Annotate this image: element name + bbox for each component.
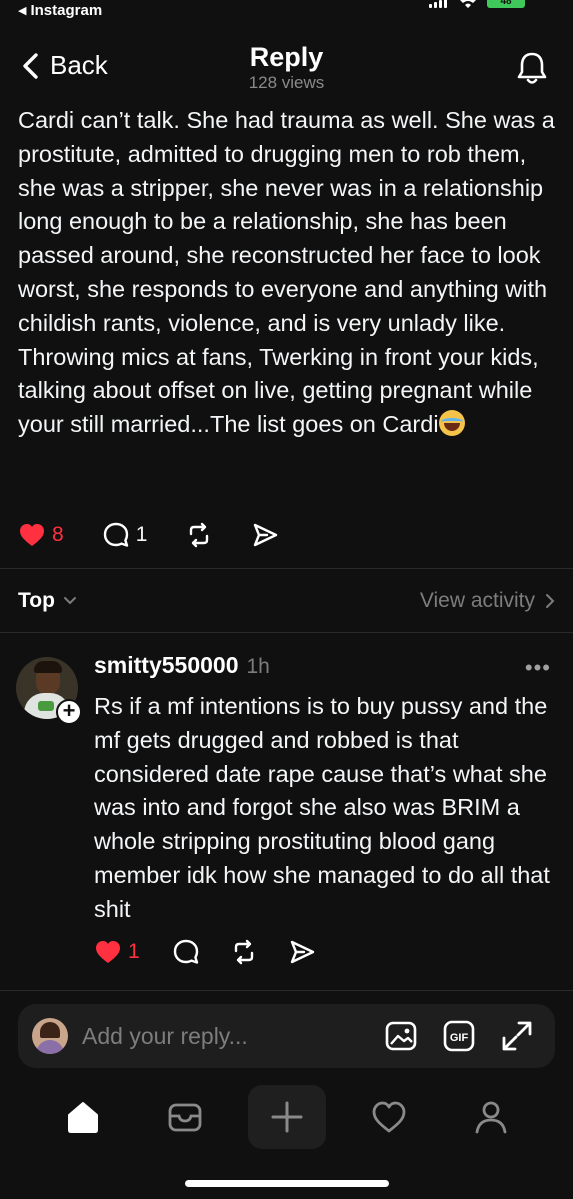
- reply-like-button[interactable]: 1: [94, 938, 140, 966]
- reply-timestamp: 1h: [246, 655, 270, 678]
- reply-actions: 1: [94, 938, 316, 966]
- comment-icon: [173, 939, 198, 964]
- status-back-link[interactable]: ◀ Instagram: [18, 2, 102, 19]
- wifi-icon: [460, 0, 476, 8]
- status-icons: [429, 0, 477, 8]
- post-comment-count: 1: [135, 523, 148, 546]
- post-repost-button[interactable]: [185, 521, 213, 549]
- comment-icon: [103, 522, 128, 547]
- plus-icon: [271, 1101, 303, 1133]
- chevron-down-icon: [63, 597, 76, 605]
- tab-profile[interactable]: [452, 1085, 530, 1149]
- post-actions: 8 1: [18, 521, 279, 549]
- battery-icon: 48: [487, 0, 525, 8]
- home-icon: [68, 1102, 98, 1133]
- sort-label: Top: [18, 589, 55, 612]
- send-icon: [254, 523, 278, 547]
- more-options-icon[interactable]: •••: [525, 655, 551, 681]
- gif-icon[interactable]: GIF: [442, 1019, 476, 1053]
- status-back-label: Instagram: [30, 2, 103, 19]
- profile-icon: [475, 1101, 507, 1134]
- follow-plus-button[interactable]: +: [56, 699, 82, 725]
- post-like-button[interactable]: 8: [18, 521, 64, 549]
- divider: [0, 632, 573, 633]
- expand-icon[interactable]: [500, 1019, 534, 1053]
- home-indicator: [185, 1180, 389, 1187]
- back-triangle-icon: ◀: [18, 5, 27, 17]
- reply-header: smitty550000 1h: [94, 652, 270, 679]
- reply-username[interactable]: smitty550000: [94, 652, 239, 679]
- laughing-emoji-icon: [438, 410, 465, 437]
- inbox-icon: [168, 1103, 202, 1132]
- tab-bar: [0, 1085, 573, 1151]
- reply-composer: GIF: [18, 1004, 555, 1068]
- sort-dropdown[interactable]: Top: [18, 589, 77, 613]
- title-block: Reply 128 views: [0, 42, 573, 93]
- post-like-count: 8: [52, 523, 64, 546]
- reply-share-button[interactable]: [288, 938, 316, 966]
- reply-repost-button[interactable]: [230, 938, 258, 966]
- reply-input[interactable]: [82, 1020, 372, 1052]
- view-count: 128 views: [248, 73, 325, 92]
- reply-like-count: 1: [128, 940, 140, 963]
- repost-icon: [190, 522, 209, 548]
- heart-icon: [372, 1101, 406, 1133]
- reply-text: Rs if a mf intentions is to buy pussy an…: [94, 693, 550, 922]
- post-text: Cardi can’t talk. She had trauma as well…: [18, 104, 558, 442]
- my-avatar: [32, 1018, 68, 1054]
- tab-create[interactable]: [248, 1085, 326, 1149]
- reply-comment-button[interactable]: [172, 938, 200, 966]
- divider: [0, 568, 573, 569]
- status-bar: ◀ Instagram 48: [0, 0, 573, 24]
- send-icon: [290, 940, 314, 964]
- view-activity-link[interactable]: View activity: [420, 589, 555, 613]
- post-share-button[interactable]: [251, 521, 279, 549]
- heart-filled-icon: [96, 941, 120, 963]
- signal-icon: [429, 0, 447, 8]
- post-comment-button[interactable]: 1: [102, 521, 148, 549]
- repost-icon: [234, 939, 253, 965]
- page-title: Reply: [249, 42, 324, 72]
- chevron-right-icon: [546, 594, 555, 608]
- divider: [0, 990, 573, 991]
- heart-filled-icon: [20, 524, 44, 546]
- tab-home[interactable]: [44, 1085, 122, 1149]
- image-icon[interactable]: [384, 1019, 418, 1053]
- post-body: Cardi can’t talk. She had trauma as well…: [18, 107, 555, 438]
- svg-text:GIF: GIF: [450, 1032, 469, 1044]
- tab-activity[interactable]: [350, 1085, 428, 1149]
- sort-row: Top View activity: [18, 584, 555, 618]
- view-activity-label: View activity: [419, 589, 535, 612]
- bell-icon[interactable]: [515, 50, 549, 86]
- header: Back Reply 128 views: [0, 40, 573, 100]
- tab-inbox[interactable]: [146, 1085, 224, 1149]
